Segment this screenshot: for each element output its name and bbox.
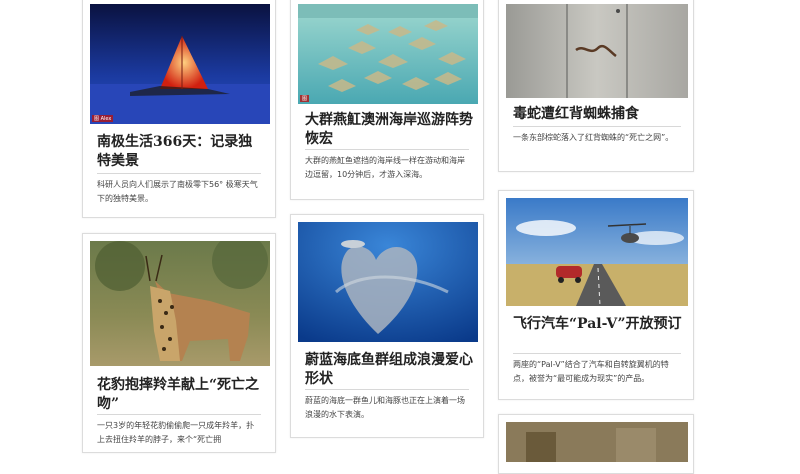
article-card[interactable]: 毒蛇遭红背蜘蛛捕食 一条东部棕蛇落入了红背蜘蛛的“死亡之网”。 [498,0,694,172]
divider [513,126,681,127]
article-card[interactable]: 飞行汽车“Pal-V”开放预订 两座的“Pal-V”结合了汽车和自转旋翼机的特点… [498,190,694,400]
article-card[interactable]: 图 大群燕魟澳洲海岸巡游阵势恢宏 大群的燕魟鱼遮挡的海岸线一样在游动和海岸边逗留… [290,0,484,200]
article-title[interactable]: 蔚蓝海底鱼群组成浪漫爱心形状 [305,351,473,389]
article-title[interactable]: 飞行汽车“Pal-V”开放预订 [513,315,683,334]
divider [97,414,261,415]
article-card[interactable] [498,414,694,474]
article-image[interactable] [90,241,270,366]
divider [305,149,469,150]
article-image[interactable] [506,198,688,306]
article-card[interactable]: 花豹抱摔羚羊献上“死亡之吻” 一只3岁的年轻花豹偷偷爬一只成年羚羊，扑上去扭住羚… [82,233,276,453]
article-card[interactable]: 蔚蓝海底鱼群组成浪漫爱心形状 蔚蓝的海底一群鱼儿和海豚也正在上演着一场浪漫的水下… [290,214,484,438]
article-summary: 一只3岁的年轻花豹偷偷爬一只成年羚羊，扑上去扭住羚羊的脖子，来个“死亡拥 [97,421,255,444]
divider [513,353,681,354]
article-summary: 蔚蓝的海底一群鱼儿和海豚也正在上演着一场浪漫的水下表演。 [305,396,465,419]
article-image[interactable] [298,222,478,342]
article-summary: 一条东部棕蛇落入了红背蜘蛛的“死亡之网”。 [513,133,674,142]
article-title[interactable]: 花豹抱摔羚羊献上“死亡之吻” [97,376,267,414]
article-image[interactable]: 图 [298,4,478,104]
article-image[interactable]: 图 Alex [90,4,270,124]
divider [305,389,469,390]
article-image[interactable] [506,422,688,462]
divider [97,173,261,174]
article-title[interactable]: 南极生活366天：记录独特美景 [97,133,261,171]
article-title[interactable]: 毒蛇遭红背蜘蛛捕食 [513,105,683,124]
image-watermark: 图 [300,95,310,102]
article-summary: 两座的“Pal-V”结合了汽车和自转旋翼机的特点，被誉为“最可能成为现实”的产品… [513,360,669,383]
article-title[interactable]: 大群燕魟澳洲海岸巡游阵势恢宏 [305,111,473,149]
article-card[interactable]: 图 Alex 南极生活366天：记录独特美景 科研人员向人们展示了南极零下56°… [82,0,276,218]
article-summary: 科研人员向人们展示了南极零下56° 极寒天气下的独特美景。 [97,180,258,203]
article-summary: 大群的燕魟鱼遮挡的海岸线一样在游动和海岸边逗留，10分钟后，才游入深海。 [305,156,465,179]
image-watermark: 图 Alex [92,115,114,122]
article-image[interactable] [506,4,688,98]
